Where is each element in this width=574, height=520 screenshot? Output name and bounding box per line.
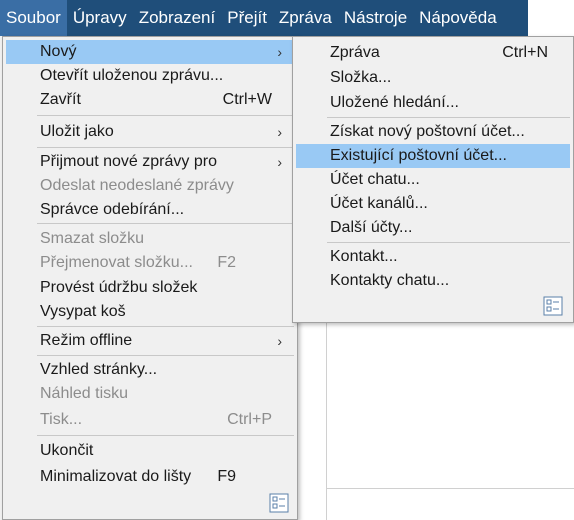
menu-item-label: Další účty... (330, 219, 413, 236)
menu-item-label: Účet chatu... (330, 171, 420, 188)
menu-item-close[interactable]: Zavřít Ctrl+W (6, 88, 294, 112)
menu-tools[interactable]: Nástroje (338, 0, 413, 36)
menu-separator (327, 242, 570, 243)
menu-item-label: Složka... (330, 69, 392, 86)
shortcut-label: Ctrl+W (222, 91, 272, 108)
menu-item-label: Náhled tisku (40, 385, 129, 402)
menu-item-subscribe[interactable]: Správce odebírání... (6, 198, 294, 222)
file-menu: Nový › Otevřít uloženou zprávu... Zavřít… (2, 36, 298, 520)
menu-item-label: Otevřít uloženou zprávu... (40, 67, 224, 84)
submenu-item-existing-mail-account[interactable]: Existující poštovní účet... (296, 144, 570, 168)
menu-item-label: Provést údržbu složek (40, 279, 198, 296)
menu-item-minimize-to-tray[interactable]: Minimalizovat do lišty F9 (6, 465, 294, 489)
menu-item-send-unsent[interactable]: Odeslat neodeslané zprávy (6, 174, 294, 198)
customize-menu-icon[interactable] (543, 296, 563, 316)
menu-separator (37, 115, 294, 116)
shortcut-label: Ctrl+N (502, 44, 548, 61)
menu-item-label: Vzhled stránky... (40, 361, 158, 378)
message-pane (327, 322, 574, 520)
menu-go[interactable]: Přejít (221, 0, 273, 36)
menu-item-rename-folder[interactable]: Přejmenovat složku... F2 (6, 251, 294, 275)
submenu-item-other-accounts[interactable]: Další účty... (296, 216, 570, 240)
menu-item-empty-trash[interactable]: Vysypat koš (6, 300, 294, 324)
menu-item-label: Zpráva (330, 44, 380, 61)
submenu-item-saved-search[interactable]: Uložené hledání... (296, 91, 570, 115)
submenu-item-new-mail-account[interactable]: Získat nový poštovní účet... (296, 120, 570, 144)
menu-item-label: Ukončit (40, 442, 94, 459)
menu-item-offline[interactable]: Režim offline › (6, 329, 294, 353)
menu-item-label: Uložit jako (40, 123, 114, 140)
menu-help[interactable]: Nápověda (413, 0, 503, 36)
menu-item-label: Existující poštovní účet... (330, 147, 507, 164)
shortcut-label: F2 (217, 254, 236, 271)
menu-item-label: Účet kanálů... (330, 195, 428, 212)
menu-view[interactable]: Zobrazení (133, 0, 222, 36)
menu-separator (37, 147, 294, 148)
menu-item-open-saved-message[interactable]: Otevřít uloženou zprávu... (6, 64, 294, 88)
menu-item-label: Minimalizovat do lišty (40, 468, 192, 485)
menubar: Soubor Úpravy Zobrazení Přejít Zpráva Ná… (0, 0, 528, 36)
pane-divider-horizontal[interactable] (327, 488, 574, 489)
submenu-item-message[interactable]: Zpráva Ctrl+N (296, 41, 570, 65)
submenu-item-feed-account[interactable]: Účet kanálů... (296, 192, 570, 216)
menu-edit[interactable]: Úpravy (67, 0, 133, 36)
pane-divider-vertical[interactable] (326, 322, 327, 520)
menu-item-label: Tisk... (40, 411, 83, 428)
menu-item-print-preview[interactable]: Náhled tisku (6, 382, 294, 406)
menu-item-label: Odeslat neodeslané zprávy (40, 177, 234, 194)
customize-menu-icon[interactable] (269, 493, 289, 513)
menu-item-label: Zavřít (40, 91, 81, 108)
new-submenu: Zpráva Ctrl+N Složka... Uložené hledání.… (292, 36, 574, 323)
submenu-item-chat-contacts[interactable]: Kontakty chatu... (296, 269, 570, 293)
menu-item-label: Správce odebírání... (40, 201, 185, 218)
menu-item-page-setup[interactable]: Vzhled stránky... (6, 358, 294, 382)
menu-item-get-messages[interactable]: Přijmout nové zprávy pro › (6, 150, 294, 174)
chevron-right-icon: › (277, 333, 282, 349)
menu-item-label: Vysypat koš (40, 303, 126, 320)
menu-separator (37, 223, 294, 224)
shortcut-label: Ctrl+P (227, 411, 272, 428)
menu-separator (37, 435, 294, 436)
menu-item-label: Kontakty chatu... (330, 272, 450, 289)
menu-item-label: Přijmout nové zprávy pro (40, 153, 217, 170)
menu-separator (37, 355, 294, 356)
menu-item-save-as[interactable]: Uložit jako › (6, 120, 294, 144)
submenu-item-chat-account[interactable]: Účet chatu... (296, 168, 570, 192)
submenu-item-folder[interactable]: Složka... (296, 66, 570, 90)
menu-separator (327, 117, 570, 118)
menu-item-new[interactable]: Nový › (6, 40, 294, 64)
chevron-right-icon: › (277, 154, 282, 170)
menu-item-exit[interactable]: Ukončit (6, 439, 294, 463)
menu-item-compact-folders[interactable]: Provést údržbu složek (6, 276, 294, 300)
menu-separator (37, 326, 294, 327)
menu-item-label: Uložené hledání... (330, 94, 459, 111)
chevron-right-icon: › (277, 124, 282, 140)
menu-item-label: Smazat složku (40, 230, 145, 247)
menu-item-label: Kontakt... (330, 248, 398, 265)
menu-item-label: Nový (40, 43, 77, 60)
menu-item-delete-folder[interactable]: Smazat složku (6, 227, 294, 251)
menu-item-label: Režim offline (40, 332, 133, 349)
shortcut-label: F9 (217, 468, 236, 485)
menu-item-print[interactable]: Tisk... Ctrl+P (6, 408, 294, 432)
submenu-item-contact[interactable]: Kontakt... (296, 245, 570, 269)
menu-item-label: Přejmenovat složku... (40, 254, 193, 271)
menu-item-label: Získat nový poštovní účet... (330, 123, 525, 140)
menu-message[interactable]: Zpráva (273, 0, 338, 36)
menu-file[interactable]: Soubor (0, 0, 67, 36)
chevron-right-icon: › (277, 44, 282, 60)
